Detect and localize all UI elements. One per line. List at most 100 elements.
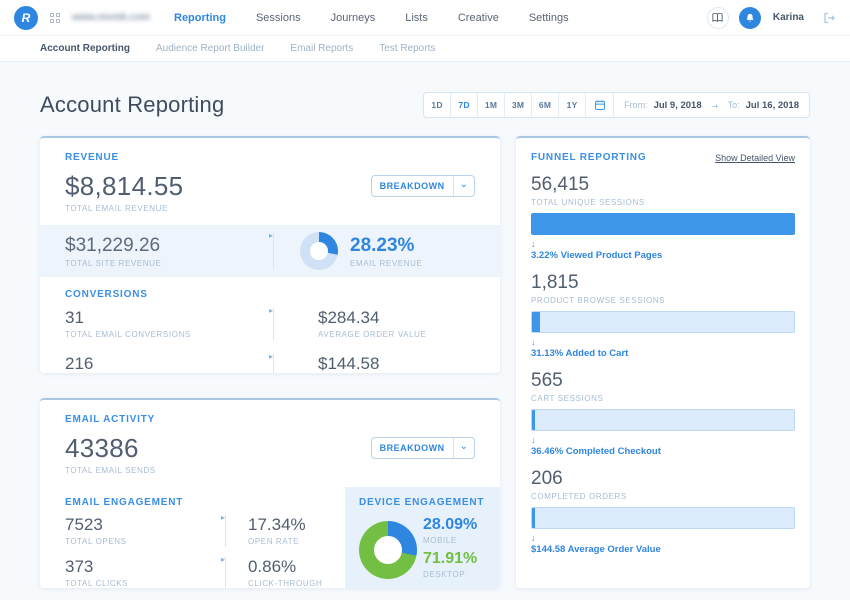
email-revenue-metric: 28.23% EMAIL REVENUE xyxy=(350,235,422,268)
caret-right-icon: ▸ xyxy=(221,555,225,564)
funnel-bar xyxy=(531,409,795,431)
custom-date-range[interactable]: From: Jul 9, 2018 → To: Jul 16, 2018 xyxy=(614,93,809,117)
nav-item-lists[interactable]: Lists xyxy=(405,12,428,24)
funnel-transition-label: $144.58 Average Order Value xyxy=(531,544,795,555)
funnel-step-label: TOTAL UNIQUE SESSIONS xyxy=(531,198,795,207)
funnel-step-browse: 1,815 PRODUCT BROWSE SESSIONS ↓ 31.13% A… xyxy=(531,272,795,359)
total-clicks-value: 373 xyxy=(65,557,225,577)
funnel-step-label: PRODUCT BROWSE SESSIONS xyxy=(531,296,795,305)
email-bottom-section: EMAIL ENGAGEMENT 7523 TOTAL OPENS ▸ 17.3… xyxy=(40,487,500,588)
tab-audience-report-builder[interactable]: Audience Report Builder xyxy=(156,43,264,54)
nav-item-journeys[interactable]: Journeys xyxy=(331,12,376,24)
email-breakdown-button[interactable]: BREAKDOWN ⌄ xyxy=(371,437,475,459)
nav-items: Reporting Sessions Journeys Lists Creati… xyxy=(174,12,569,24)
revenue-breakdown-button[interactable]: BREAKDOWN ⌄ xyxy=(371,175,475,197)
user-menu[interactable]: Karina xyxy=(773,12,804,23)
metric-divider: ▸ xyxy=(225,515,226,547)
left-column: REVENUE $8,814.55 TOTAL EMAIL REVENUE BR… xyxy=(40,136,500,588)
nav-item-sessions[interactable]: Sessions xyxy=(256,12,301,24)
to-label: To: xyxy=(728,100,740,110)
total-email-sends-label: TOTAL EMAIL SENDS xyxy=(65,466,156,475)
mobile-label: MOBILE xyxy=(423,536,477,545)
conversions-section: CONVERSIONS 31 TOTAL EMAIL CONVERSIONS ▸… xyxy=(40,277,500,373)
email-engagement-section: EMAIL ENGAGEMENT 7523 TOTAL OPENS ▸ 17.3… xyxy=(40,487,345,588)
preset-1y[interactable]: 1Y xyxy=(559,93,586,117)
logout-button[interactable] xyxy=(822,11,836,25)
email-aov-label: AVERAGE ORDER VALUE xyxy=(318,330,426,339)
site-conversions-metric: 216 TOTAL SITE CONVERSIONS xyxy=(65,354,273,373)
open-rate-value: 17.34% xyxy=(248,515,306,535)
open-rate-label: OPEN RATE xyxy=(248,537,306,546)
caret-right-icon: ▸ xyxy=(269,306,273,315)
down-arrow-icon: ↓ xyxy=(531,435,795,445)
funnel-step-sessions: 56,415 TOTAL UNIQUE SESSIONS ↓ 3.22% Vie… xyxy=(531,174,795,261)
email-revenue-donut xyxy=(300,232,338,270)
desktop-label: DESKTOP xyxy=(423,570,477,579)
preset-3m[interactable]: 3M xyxy=(505,93,532,117)
help-book-button[interactable] xyxy=(707,7,729,29)
book-icon xyxy=(711,11,724,24)
total-site-revenue-value: $31,229.26 xyxy=(65,235,273,257)
funnel-transition-label: 31.13% Added to Cart xyxy=(531,348,795,359)
dashboard-content: REVENUE $8,814.55 TOTAL EMAIL REVENUE BR… xyxy=(0,136,850,588)
opens-row: 7523 TOTAL OPENS ▸ 17.34% OPEN RATE xyxy=(65,515,345,547)
tab-test-reports[interactable]: Test Reports xyxy=(379,43,435,54)
bell-icon xyxy=(744,12,756,24)
email-aov-metric: $284.34 AVERAGE ORDER VALUE xyxy=(318,308,426,339)
total-email-sends-value: 43386 xyxy=(65,433,156,464)
revenue-card-title: REVENUE xyxy=(65,152,475,163)
calendar-button[interactable] xyxy=(586,93,614,117)
from-label: From: xyxy=(624,100,648,110)
account-domain: www.mvmk.com xyxy=(72,12,150,23)
total-clicks-label: TOTAL CLICKS xyxy=(65,579,225,588)
tab-email-reports[interactable]: Email Reports xyxy=(290,43,353,54)
funnel-step-orders: 206 COMPLETED ORDERS ↓ $144.58 Average O… xyxy=(531,468,795,555)
email-revenue-label: EMAIL REVENUE xyxy=(350,259,422,268)
funnel-step-value: 565 xyxy=(531,370,795,392)
desktop-pct: 71.91% xyxy=(423,550,477,568)
revenue-breakdown-label: BREAKDOWN xyxy=(372,181,453,191)
email-breakdown-label: BREAKDOWN xyxy=(372,443,453,453)
site-aov-value: $144.58 xyxy=(318,354,426,373)
email-revenue-pct: 28.23% xyxy=(350,235,422,257)
preset-7d[interactable]: 7D xyxy=(451,93,478,117)
preset-1m[interactable]: 1M xyxy=(478,93,505,117)
main-nav: R www.mvmk.com Reporting Sessions Journe… xyxy=(0,0,850,36)
page-header: Account Reporting 1D 7D 1M 3M 6M 1Y From… xyxy=(0,88,850,122)
device-engagement-title: DEVICE ENGAGEMENT xyxy=(359,497,490,508)
total-opens-value: 7523 xyxy=(65,515,225,535)
funnel-step-value: 56,415 xyxy=(531,174,795,196)
nav-item-settings[interactable]: Settings xyxy=(529,12,569,24)
tab-account-reporting[interactable]: Account Reporting xyxy=(40,43,130,54)
revenue-card: REVENUE $8,814.55 TOTAL EMAIL REVENUE BR… xyxy=(40,136,500,373)
nav-item-creative[interactable]: Creative xyxy=(458,12,499,24)
right-column: FUNNEL REPORTING Show Detailed View 56,4… xyxy=(516,136,810,588)
preset-1d[interactable]: 1D xyxy=(424,93,451,117)
open-rate-metric: 17.34% OPEN RATE xyxy=(248,515,306,546)
email-activity-title: EMAIL ACTIVITY xyxy=(65,414,475,425)
site-conversions-row: 216 TOTAL SITE CONVERSIONS ▸ $144.58 AVE… xyxy=(65,354,475,373)
metric-divider: ▸ xyxy=(273,354,274,373)
preset-6m[interactable]: 6M xyxy=(532,93,559,117)
total-opens-metric: 7523 TOTAL OPENS xyxy=(65,515,225,546)
show-detailed-view-link[interactable]: Show Detailed View xyxy=(715,153,795,163)
device-engagement-donut xyxy=(359,521,417,579)
down-arrow-icon: ↓ xyxy=(531,337,795,347)
ctr-metric: 0.86% CLICK-THROUGH RATE xyxy=(248,557,345,588)
to-date[interactable]: Jul 16, 2018 xyxy=(746,100,799,111)
funnel-step-label: CART SESSIONS xyxy=(531,394,795,403)
mobile-pct: 28.09% xyxy=(423,516,477,534)
email-aov-value: $284.34 xyxy=(318,308,426,328)
date-range-control: 1D 7D 1M 3M 6M 1Y From: Jul 9, 2018 → To… xyxy=(423,92,810,118)
chevron-down-icon: ⌄ xyxy=(454,180,474,190)
page-title: Account Reporting xyxy=(40,92,224,118)
site-revenue-band: $31,229.26 TOTAL SITE REVENUE ▸ 28.23% E… xyxy=(40,225,500,277)
brand-logo[interactable]: R xyxy=(14,6,38,30)
from-date[interactable]: Jul 9, 2018 xyxy=(654,100,702,111)
notifications-button[interactable] xyxy=(739,7,761,29)
reporting-subnav: Account Reporting Audience Report Builde… xyxy=(0,36,850,62)
nav-item-reporting[interactable]: Reporting xyxy=(174,12,226,24)
funnel-step-label: COMPLETED ORDERS xyxy=(531,492,795,501)
app-switcher-icon[interactable] xyxy=(50,13,60,23)
email-conversions-value: 31 xyxy=(65,308,273,328)
